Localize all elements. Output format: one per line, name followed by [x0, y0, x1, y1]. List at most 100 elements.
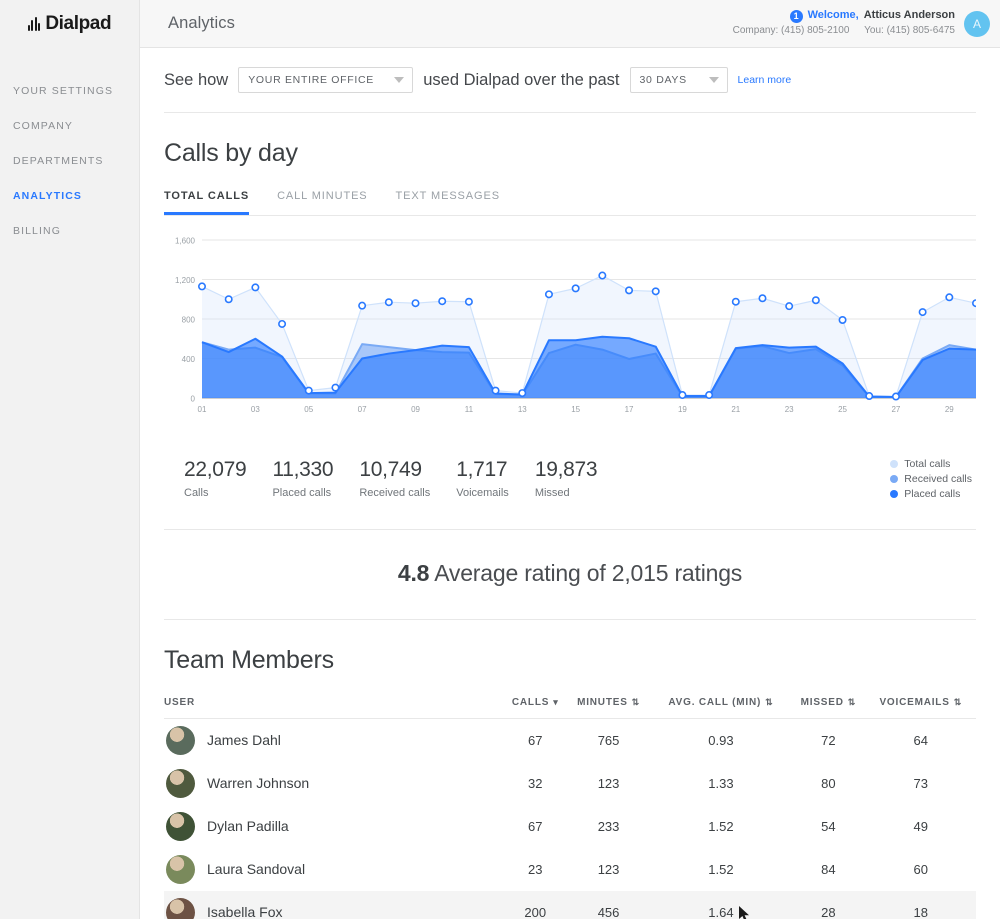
cell-missed: 54: [821, 818, 836, 834]
sort-both-icon: ⇅: [765, 697, 774, 707]
cell-user: James Dahl: [164, 719, 504, 762]
table-body: James Dahl 67 765 0.93 72 64 Warren Johnson 32 1…: [164, 719, 976, 919]
cell-minutes: 123: [597, 775, 620, 791]
rating-score: 4.8: [397, 560, 430, 586]
stat-received-calls: 10,749 Received calls: [359, 458, 430, 499]
brand-name: Dialpad: [45, 12, 112, 34]
column-label: CALLS: [511, 697, 550, 708]
date-range-value: 30 DAYS: [639, 74, 687, 86]
rating-text: Average rating of 2,015 ratings: [434, 560, 743, 586]
tabs-divider: [164, 215, 976, 216]
user-box[interactable]: 1 Welcome, Atticus Anderson Company: (41…: [733, 8, 990, 38]
stat-value: 11,330: [272, 458, 334, 481]
table-row[interactable]: James Dahl 67 765 0.93 72 64: [164, 719, 976, 762]
svg-text:0: 0: [191, 395, 196, 404]
legend-swatch: [890, 490, 899, 498]
team-members-title: Team Members: [164, 646, 334, 674]
avatar: [166, 725, 195, 755]
brand-logo[interactable]: Dialpad: [0, 0, 140, 48]
user-phone: You: (415) 805-6475: [864, 25, 955, 37]
column-header-user[interactable]: USER: [164, 697, 504, 719]
column-header-minutes[interactable]: MINUTES ⇅: [566, 697, 651, 719]
sidebar-item-departments[interactable]: DEPARTMENTS: [0, 144, 139, 179]
tab-total-calls[interactable]: TOTAL CALLS: [164, 190, 250, 215]
table-row[interactable]: Isabella Fox 200 456 1.64 28 18: [164, 890, 976, 919]
column-header-voicemails[interactable]: VOICEMAILS ⇅: [865, 697, 976, 719]
legend-label: Received calls: [904, 473, 972, 485]
stat-value: 22,079: [184, 458, 247, 481]
legend-label: Placed calls: [904, 488, 961, 500]
avatar[interactable]: A: [964, 10, 990, 37]
stat-label: Calls: [184, 487, 209, 499]
legend-label: Total calls: [904, 458, 951, 470]
tab-text-messages[interactable]: TEXT MESSAGES: [396, 190, 500, 215]
user-name: Dylan Padilla: [207, 818, 289, 834]
stat-calls: 22,079 Calls: [184, 458, 247, 499]
welcome-label: Welcome,: [807, 9, 859, 22]
chart-legend: Total calls Received calls Placed calls: [890, 458, 972, 503]
table-row[interactable]: Laura Sandoval 23 123 1.52 84 60: [164, 848, 976, 891]
filter-bar: See how YOUR ENTIRE OFFICE used Dialpad …: [140, 56, 1000, 104]
table-header-row: USER CALLS ▾ MINUTES ⇅ AVG. CALL (MIN) ⇅ MI…: [164, 697, 976, 719]
svg-text:09: 09: [411, 405, 420, 414]
cell-voicemails: 60: [913, 861, 928, 877]
sidebar-item-analytics[interactable]: ANALYTICS: [0, 179, 139, 214]
svg-text:23: 23: [785, 405, 794, 414]
sidebar-item-company[interactable]: COMPANY: [0, 109, 139, 144]
cell-voicemails: 18: [913, 904, 928, 919]
avatar: [166, 768, 195, 798]
column-header-calls[interactable]: CALLS ▾: [504, 697, 567, 719]
stat-label: Voicemails: [456, 487, 509, 499]
company-phone: Company: (415) 805-2100: [732, 25, 850, 37]
stat-label: Placed calls: [272, 487, 332, 499]
table-row[interactable]: Warren Johnson 32 123 1.33 80 73: [164, 762, 976, 805]
filter-middle-label: used Dialpad over the past: [423, 70, 620, 89]
svg-text:1,600: 1,600: [175, 237, 196, 246]
column-header-avg-call[interactable]: AVG. CALL (MIN) ⇅: [650, 697, 792, 719]
avatar: [166, 897, 195, 919]
stat-value: 10,749: [359, 458, 422, 481]
sidebar: YOUR SETTINGS COMPANY DEPARTMENTS ANALYT…: [0, 48, 140, 919]
date-range-select[interactable]: 30 DAYS: [629, 67, 728, 93]
svg-text:07: 07: [358, 405, 367, 414]
notification-badge[interactable]: 1: [789, 9, 803, 23]
calls-by-day-title: Calls by day: [164, 139, 298, 167]
stat-label: Missed: [534, 487, 570, 499]
cell-user: Dylan Padilla: [164, 805, 504, 848]
cell-missed: 72: [821, 732, 836, 748]
chevron-down-icon: [394, 77, 405, 83]
column-label: AVG. CALL (MIN): [668, 697, 762, 708]
column-label: VOICEMAILS: [879, 697, 950, 708]
sort-both-icon: ⇅: [953, 697, 963, 707]
legend-item-placed-calls: Placed calls: [890, 488, 972, 500]
scope-select[interactable]: YOUR ENTIRE OFFICE: [238, 67, 414, 93]
page-title: Analytics: [168, 14, 235, 32]
stat-voicemails: 1,717 Voicemails: [456, 458, 509, 499]
cell-missed: 84: [821, 861, 836, 877]
svg-text:1,200: 1,200: [175, 276, 196, 285]
svg-text:19: 19: [678, 405, 687, 414]
column-header-missed[interactable]: MISSED ⇅: [791, 697, 866, 719]
cell-calls: 32: [527, 775, 543, 791]
welcome-line: 1 Welcome, Atticus Anderson: [733, 8, 955, 24]
tab-call-minutes[interactable]: CALL MINUTES: [277, 190, 367, 215]
mouse-cursor: [739, 906, 749, 919]
svg-text:15: 15: [571, 405, 580, 414]
svg-text:25: 25: [838, 405, 847, 414]
cell-minutes: 123: [597, 861, 620, 877]
cell-missed: 28: [821, 904, 836, 919]
stat-placed-calls: 11,330 Placed calls: [272, 458, 333, 499]
column-label: USER: [164, 697, 195, 708]
learn-more-link[interactable]: Learn more: [738, 74, 792, 86]
svg-text:27: 27: [891, 405, 900, 414]
sort-desc-icon: ▾: [553, 697, 559, 707]
sidebar-item-your-settings[interactable]: YOUR SETTINGS: [0, 74, 139, 109]
user-name: Warren Johnson: [207, 775, 310, 791]
svg-text:400: 400: [182, 355, 196, 364]
calls-chart[interactable]: 0 400 800 1,200 1,600 01 03 05 07 09 11 13 15 17 19 21 2…: [164, 230, 976, 430]
analytics-page: Dialpad Analytics 1 Welcome, Atticus And…: [0, 0, 1000, 919]
table-row[interactable]: Dylan Padilla 67 233 1.52 54 49: [164, 805, 976, 848]
cell-voicemails: 64: [913, 732, 928, 748]
sidebar-item-billing[interactable]: BILLING: [0, 214, 139, 249]
chevron-down-icon: [708, 77, 719, 83]
